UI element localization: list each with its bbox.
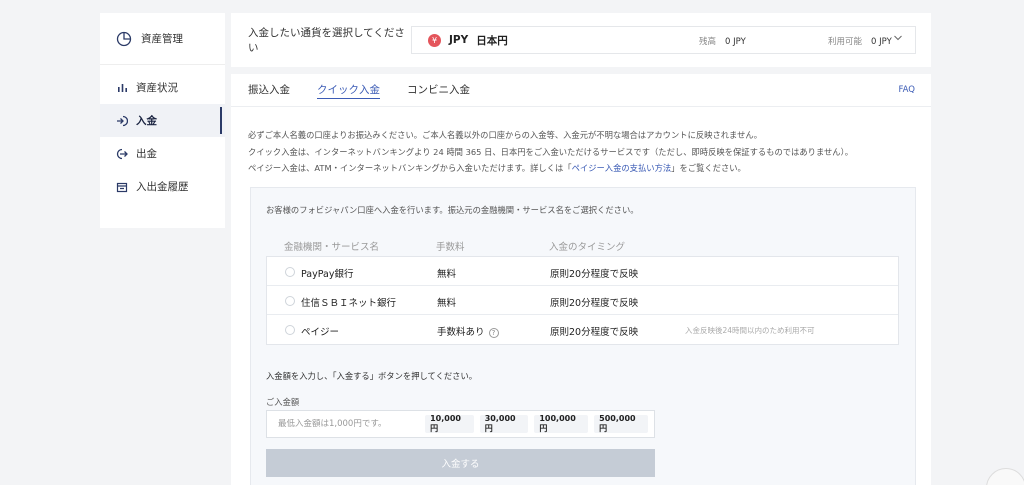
institution-name: 住信ＳＢＩネット銀行 — [301, 298, 397, 309]
tab-bank-transfer[interactable]: 振込入金 — [248, 73, 290, 106]
preset-10000-button[interactable]: 10,000 円 — [425, 414, 474, 433]
help-icon[interactable]: ? — [488, 328, 499, 338]
header-institution: 金融機関・サービス名 — [284, 242, 380, 253]
currency-name: 日本円 — [476, 34, 508, 47]
timing: 原則20分程度で反映 — [550, 327, 639, 338]
currency-code: JPY — [449, 34, 469, 46]
sidebar-item-label: 入金 — [136, 115, 157, 127]
sidebar-title: 資産管理 — [141, 33, 183, 45]
balance-value: 0 JPY — [725, 37, 746, 47]
deposit-panel: 振込入金 クイック入金 コンビニ入金 FAQ 必ずご本人名義の口座よりお振込みく… — [231, 74, 931, 485]
radio-button[interactable] — [285, 267, 295, 277]
header-timing: 入金のタイミング — [549, 242, 626, 253]
faq-link[interactable]: FAQ — [899, 85, 915, 95]
amount-field: 10,000 円 30,000 円 100,000 円 500,000 円 — [266, 410, 655, 438]
amount-presets: 10,000 円 30,000 円 100,000 円 500,000 円 — [419, 414, 648, 433]
sidebar-item-withdraw[interactable]: 出金 — [100, 137, 225, 170]
fee: 無料 — [437, 298, 457, 309]
institution-name: ペイジー — [301, 327, 340, 338]
balance-label: 残高 — [699, 37, 717, 47]
fee: 手数料あり? — [437, 324, 499, 338]
quick-deposit-form: お客様のフォビジャパン口座へ入金を行います。振込元の金融機関・サービス名をご選択… — [250, 187, 916, 485]
sidebar-item-label: 入出金履歴 — [136, 181, 189, 193]
pie-chart-icon — [116, 31, 132, 46]
currency-bar: 入金したい通貨を選択してください ¥ JPY 日本円 残高 0 JPY 利用可能 0… — [231, 13, 931, 67]
preset-100000-button[interactable]: 100,000 円 — [534, 414, 589, 433]
chevron-down-icon — [894, 35, 902, 41]
note-line: 必ずご本人名義の口座よりお振込みください。ご本人名義以外の口座からの入金等、入金… — [248, 130, 762, 140]
yen-icon: ¥ — [428, 33, 441, 47]
withdraw-icon — [116, 148, 128, 160]
table-row-paypay[interactable]: PayPay銀行 無料 原則20分程度で反映 — [267, 257, 898, 286]
available-value: 0 JPY — [871, 37, 892, 47]
form-intro: お客様のフォビジャパン口座へ入金を行います。振込元の金融機関・サービス名をご選択… — [266, 205, 639, 215]
sidebar-item-label: 資産状況 — [136, 82, 178, 94]
sidebar-item-deposit[interactable]: 入金 — [100, 104, 225, 137]
table-row-payeasy[interactable]: ペイジー 手数料あり? 原則20分程度で反映 入金反映後24時間以内のため利用不… — [267, 315, 898, 344]
deposit-tabs: 振込入金 クイック入金 コンビニ入金 FAQ — [231, 74, 931, 107]
payeasy-guide-link[interactable]: ペイジー入金の支払い方法 — [572, 163, 672, 173]
amount-instructions: 入金額を入力し、「入金する」ボタンを押してください。 — [266, 371, 478, 381]
fee: 無料 — [437, 269, 457, 280]
tab-quick-deposit[interactable]: クイック入金 — [317, 73, 380, 106]
note-line: クイック入金は、インターネットバンキングより 24 時間 365 日、日本円をご… — [248, 146, 854, 157]
radio-button[interactable] — [285, 325, 295, 335]
currency-prompt: 入金したい通貨を選択してください — [248, 27, 405, 54]
amount-label: ご入金額 — [266, 397, 300, 407]
sidebar-header: 資産管理 — [100, 13, 225, 65]
floating-help-button[interactable] — [986, 468, 1024, 485]
timing: 原則20分程度で反映 — [550, 269, 639, 280]
timing: 原則20分程度で反映 — [550, 298, 639, 309]
radio-button[interactable] — [285, 296, 295, 306]
available-balance: 利用可能 0 JPY — [828, 35, 892, 47]
history-icon — [116, 181, 128, 193]
header-fee: 手数料 — [436, 242, 465, 253]
amount-input[interactable] — [267, 419, 420, 429]
balance: 残高 0 JPY — [699, 35, 746, 47]
table-row-sbi[interactable]: 住信ＳＢＩネット銀行 無料 原則20分程度で反映 — [267, 286, 898, 315]
bar-chart-icon — [116, 82, 128, 94]
sidebar-item-label: 出金 — [136, 148, 157, 160]
deposit-icon — [116, 115, 128, 127]
deposit-submit-button[interactable]: 入金する — [266, 449, 655, 477]
note-line: ペイジー入金は、ATM・インターネットバンキングから入金いただけます。詳しくは「… — [248, 163, 746, 173]
institution-name: PayPay銀行 — [301, 269, 354, 280]
unavailable-note: 入金反映後24時間以内のため利用不可 — [685, 326, 815, 335]
currency-select[interactable]: ¥ JPY 日本円 残高 0 JPY 利用可能 0 JPY — [411, 26, 916, 54]
sidebar-item-history[interactable]: 入出金履歴 — [100, 170, 225, 203]
sidebar: 資産管理 資産状況 入金 出金 入出金履歴 — [100, 13, 225, 228]
sidebar-item-assets[interactable]: 資産状況 — [100, 71, 225, 104]
tab-convenience-store[interactable]: コンビニ入金 — [407, 73, 470, 106]
available-label: 利用可能 — [828, 37, 863, 47]
deposit-notes: 必ずご本人名義の口座よりお振込みください。ご本人名義以外の口座からの入金等、入金… — [231, 107, 931, 177]
preset-30000-button[interactable]: 30,000 円 — [479, 414, 529, 433]
institution-table: PayPay銀行 無料 原則20分程度で反映 住信ＳＢＩネット銀行 無料 原則2… — [266, 256, 899, 345]
preset-500000-button[interactable]: 500,000 円 — [594, 414, 648, 433]
